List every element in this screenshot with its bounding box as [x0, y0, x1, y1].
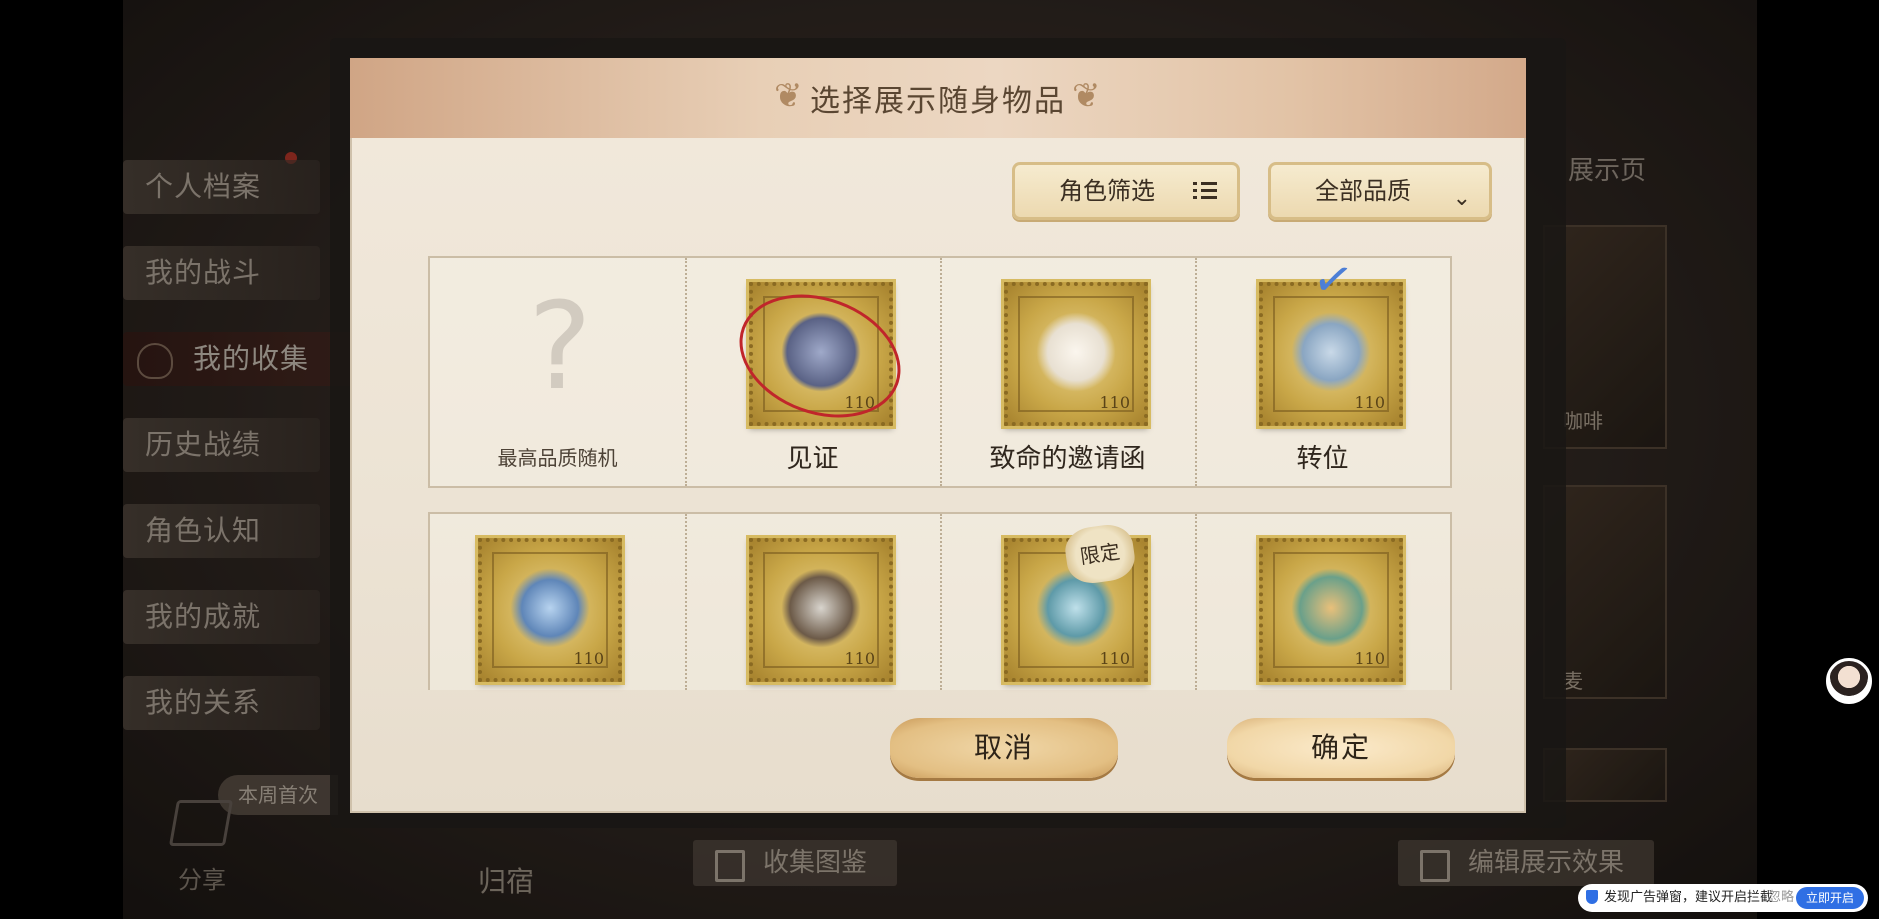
ad-block-toast: 发现广告弹窗，建议开启拦截 忽略 立即开启	[1578, 884, 1868, 912]
item-grid-row: 110 110 110 限定 110	[428, 512, 1452, 690]
select-item-dialog: ❦ 选择展示随身物品 ❦ 角色筛选 全部品质 ⌄ ? 最高品质随机 110 见证…	[350, 58, 1526, 813]
item-stamp[interactable]: 110	[430, 514, 685, 690]
enable-block-button[interactable]: 立即开启	[1795, 887, 1864, 909]
item-label: 最高品质随机	[497, 446, 618, 470]
stamp-icon: 110	[749, 538, 893, 682]
role-filter-label: 角色筛选	[1059, 177, 1155, 205]
stamp-number: 110	[844, 649, 875, 668]
question-mark-icon: ?	[528, 278, 592, 417]
stamp-icon: 110	[1259, 538, 1403, 682]
laurel-right-icon: ❦	[1072, 76, 1101, 116]
stamp-icon: 110	[1004, 282, 1148, 426]
stamp-number: 110	[1099, 649, 1130, 668]
quality-select-value: 全部品质	[1315, 177, 1411, 205]
ad-message: 发现广告弹窗，建议开启拦截	[1604, 890, 1774, 905]
role-filter-button[interactable]: 角色筛选	[1012, 162, 1240, 220]
confirm-button[interactable]: 确定	[1227, 718, 1455, 778]
item-stamp[interactable]: 110	[685, 514, 940, 690]
item-stamp[interactable]: 110	[1195, 514, 1450, 690]
stamp-icon: 110	[478, 538, 622, 682]
item-random[interactable]: ? 最高品质随机	[430, 258, 685, 486]
quality-select[interactable]: 全部品质 ⌄	[1268, 162, 1492, 220]
stamp-number: 110	[573, 649, 604, 668]
assistant-avatar[interactable]	[1826, 658, 1872, 704]
item-transposition[interactable]: 110 ✓ 转位	[1195, 249, 1450, 486]
item-witness[interactable]: 110 见证	[685, 258, 940, 486]
stamp-number: 110	[1354, 649, 1385, 668]
stamp-number: 110	[1099, 393, 1130, 412]
chevron-down-icon: ⌄	[1452, 186, 1471, 211]
item-deadly-invitation[interactable]: 110 致命的邀请函	[940, 258, 1195, 486]
item-label: 见证	[786, 444, 839, 474]
ignore-button[interactable]: 忽略	[1768, 884, 1794, 912]
shield-icon	[1586, 890, 1598, 904]
list-icon	[1193, 182, 1217, 200]
dialog-title: 选择展示随身物品	[810, 84, 1066, 119]
dialog-header: ❦ 选择展示随身物品 ❦	[350, 58, 1526, 138]
cancel-button[interactable]: 取消	[890, 718, 1118, 778]
stamp-number: 110	[1354, 393, 1385, 412]
item-label: 转位	[1296, 444, 1349, 474]
item-stamp[interactable]: 110 限定	[940, 514, 1195, 690]
item-grid-row: ? 最高品质随机 110 见证 110 致命的邀请函 110 ✓ 转位	[428, 249, 1452, 488]
item-label: 致命的邀请函	[989, 444, 1146, 474]
